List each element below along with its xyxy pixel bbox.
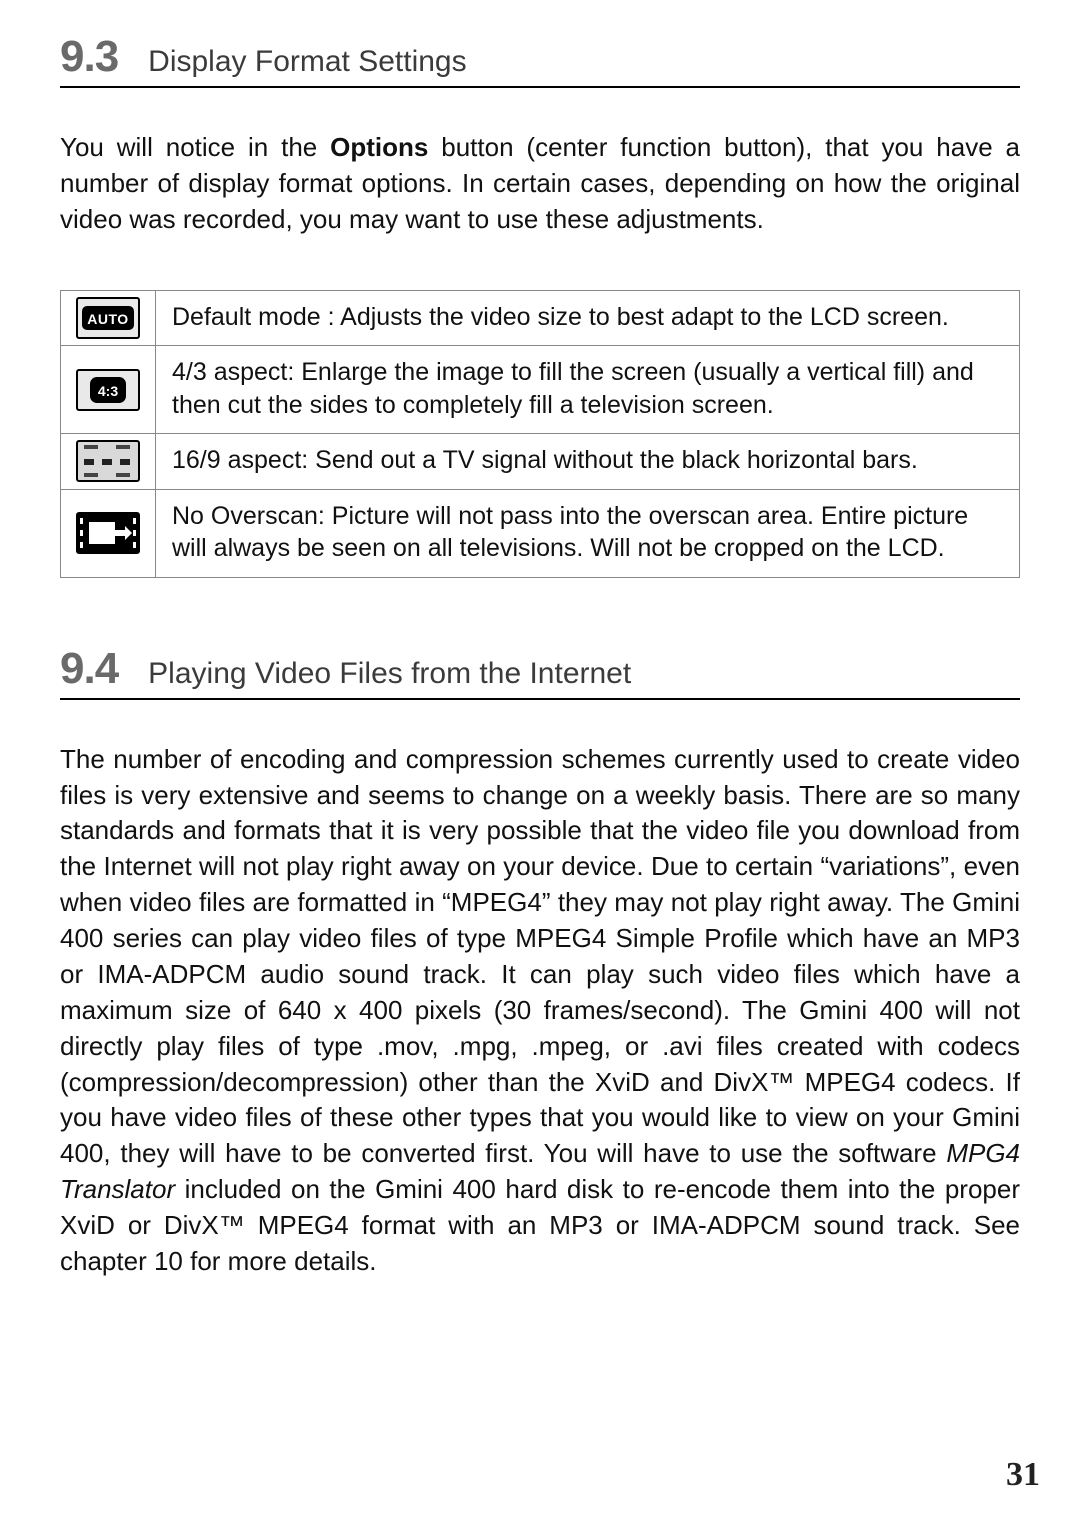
display-format-table: AUTO Default mode : Adjusts the video si… [60, 290, 1020, 578]
intro-text-before: You will notice in the [60, 132, 330, 162]
table-row: AUTO Default mode : Adjusts the video si… [61, 290, 1020, 346]
page-number: 31 [1006, 1456, 1040, 1494]
body-after-ital: included on the Gmini 400 hard disk to r… [60, 1174, 1020, 1276]
section-9-4-heading: 9.4 Playing Video Files from the Interne… [60, 644, 1020, 700]
section-number: 9.4 [60, 644, 118, 694]
section-title: Playing Video Files from the Internet [148, 657, 631, 691]
table-row: 4:3 4/3 aspect: Enlarge the image to fil… [61, 346, 1020, 434]
auto-format-icon: AUTO [76, 297, 140, 339]
format-desc-cell: 16/9 aspect: Send out a TV signal withou… [156, 434, 1020, 490]
section-title: Display Format Settings [148, 45, 466, 79]
format-icon-cell [61, 434, 156, 490]
body-before-ital: The number of encoding and compression s… [60, 744, 1020, 1169]
section-9-3-heading: 9.3 Display Format Settings [60, 32, 1020, 88]
svg-text:AUTO: AUTO [87, 311, 128, 327]
manual-page: 9.3 Display Format Settings You will not… [0, 0, 1080, 1522]
table-row: 16/9 aspect: Send out a TV signal withou… [61, 434, 1020, 490]
four-three-format-icon: 4:3 [76, 369, 140, 411]
format-icon-cell: AUTO [61, 290, 156, 346]
format-desc-cell: Default mode : Adjusts the video size to… [156, 290, 1020, 346]
table-row: No Overscan: Picture will not pass into … [61, 489, 1020, 577]
svg-text:4:3: 4:3 [98, 383, 118, 399]
no-overscan-format-icon [76, 512, 140, 554]
section-number: 9.3 [60, 32, 118, 82]
section-9-4-body: The number of encoding and compression s… [60, 742, 1020, 1280]
intro-options-bold: Options [330, 132, 428, 162]
format-icon-cell [61, 489, 156, 577]
format-icon-cell: 4:3 [61, 346, 156, 434]
section-9-3-intro: You will notice in the Options button (c… [60, 130, 1020, 238]
sixteen-nine-format-icon [76, 440, 140, 482]
format-desc-cell: 4/3 aspect: Enlarge the image to fill th… [156, 346, 1020, 434]
format-desc-cell: No Overscan: Picture will not pass into … [156, 489, 1020, 577]
